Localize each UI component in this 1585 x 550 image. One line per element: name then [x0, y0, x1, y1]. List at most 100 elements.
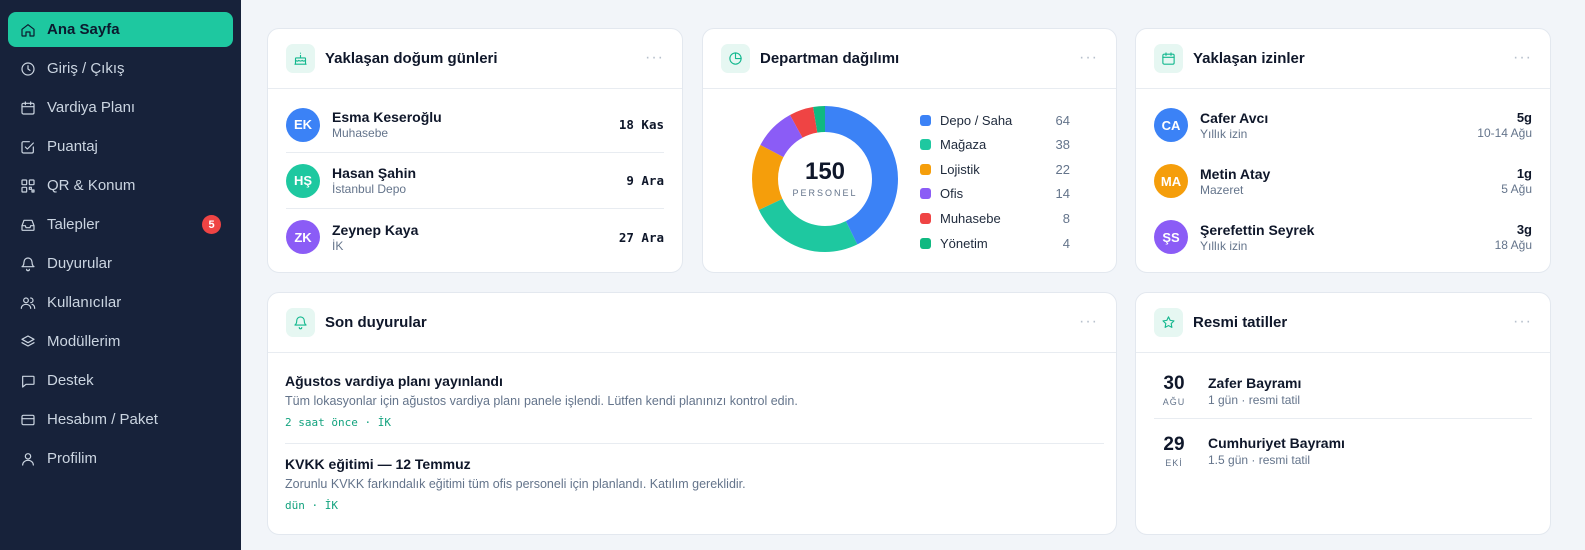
- sidebar-item-profile[interactable]: Profilim: [8, 441, 233, 476]
- holiday-item[interactable]: 29 EKİ Cumhuriyet Bayramı 1.5 gün · resmi …: [1154, 423, 1532, 479]
- avatar: ZK: [286, 220, 320, 254]
- official-holidays-card: Resmi tatiller ··· 30 AĞU Zafer Bayramı 1 …: [1135, 292, 1551, 535]
- sidebar: Ana Sayfa Giriş / Çıkış Vardiya Planı Pu…: [0, 0, 241, 550]
- card-title: Yaklaşan izinler: [1193, 50, 1305, 67]
- card-header: Departman dağılımı ···: [703, 29, 1116, 89]
- checklist-icon: [19, 138, 37, 156]
- avatar: CA: [1154, 108, 1188, 142]
- legend-value: 14: [1055, 186, 1070, 202]
- legend-item: Yönetim 4: [920, 234, 1070, 252]
- announcement-title: KVKK eğitimi — 12 Temmuz: [285, 456, 471, 472]
- person-name: Şerefettin Seyrek: [1200, 221, 1315, 238]
- sidebar-item-account[interactable]: Hesabım / Paket: [8, 402, 233, 437]
- sidebar-item-label: Ana Sayfa: [47, 21, 120, 38]
- sidebar-item-users[interactable]: Kullanıcılar: [8, 285, 233, 320]
- legend-item: Muhasebe 8: [920, 209, 1070, 227]
- legend-swatch: [920, 139, 931, 151]
- legend-item: Mağaza 38: [920, 136, 1070, 154]
- user-icon: [19, 450, 37, 468]
- card-header: Yaklaşan doğum günleri ···: [268, 29, 682, 89]
- birthday-date: 27 Ara: [618, 229, 664, 245]
- birthday-date: 18 Kas: [618, 117, 664, 132]
- sidebar-item-support[interactable]: Destek: [8, 363, 233, 398]
- list-item[interactable]: HŞ Hasan Şahin İstanbul Depo 9 Ara: [286, 153, 664, 209]
- donut-total-label: PERSONEL: [792, 188, 857, 198]
- list-item[interactable]: CA Cafer Avcı Yıllık izin 5g 10-14 Ağu: [1154, 97, 1532, 153]
- sidebar-item-requests[interactable]: Talepler 5: [8, 207, 233, 242]
- sidebar-item-label: Puantaj: [47, 138, 98, 155]
- leave-days: 1g: [1516, 166, 1532, 181]
- sidebar-item-label: Vardiya Planı: [47, 99, 136, 116]
- sidebar-item-label: Modüllerim: [47, 333, 121, 350]
- requests-count-badge: 5: [202, 215, 221, 234]
- holiday-item[interactable]: 30 AĞU Zafer Bayramı 1 gün · resmi tatil: [1154, 363, 1532, 419]
- card-header: Son duyurular ···: [268, 293, 1116, 353]
- chat-icon: [19, 372, 37, 390]
- star-icon: [1154, 308, 1183, 337]
- legend-label: Lojistik: [940, 161, 980, 177]
- holiday-month: EKİ: [1165, 457, 1183, 468]
- more-options-icon[interactable]: ···: [1513, 313, 1532, 331]
- person-department: Muhasebe: [332, 126, 389, 140]
- leave-range: 5 Ağu: [1501, 182, 1532, 196]
- sidebar-item-label: Kullanıcılar: [47, 294, 122, 311]
- sidebar-item-label: QR & Konum: [47, 177, 136, 194]
- announcement-item[interactable]: KVKK eğitimi — 12 Temmuz Zorunlu KVKK fa…: [285, 456, 1104, 512]
- card-title: Yaklaşan doğum günleri: [325, 50, 498, 67]
- leave-range: 10-14 Ağu: [1477, 126, 1532, 140]
- announcement-title: Ağustos vardiya planı yayınlandı: [285, 373, 503, 389]
- legend-swatch: [920, 114, 931, 126]
- pie-chart-icon: [721, 44, 750, 73]
- calendar-icon: [19, 99, 37, 117]
- person-department: İstanbul Depo: [332, 182, 407, 196]
- sidebar-item-timesheet[interactable]: Puantaj: [8, 129, 233, 164]
- card-header: Yaklaşan izinler ···: [1136, 29, 1550, 89]
- sidebar-item-label: Duyurular: [47, 255, 113, 272]
- person-name: Zeynep Kaya: [332, 221, 419, 238]
- list-item[interactable]: ŞS Şerefettin Seyrek Yıllık izin 3g 18 Ağu: [1154, 209, 1532, 265]
- department-distribution-card: Departman dağılımı ··· 150 PERSONEL Depo…: [702, 28, 1117, 273]
- announcement-description: Zorunlu KVKK farkındalık eğitimi tüm ofi…: [285, 477, 746, 491]
- holiday-month: AĞU: [1162, 397, 1186, 407]
- sidebar-item-label: Profilim: [47, 450, 98, 467]
- announcement-item[interactable]: Ağustos vardiya planı yayınlandı Tüm lok…: [285, 373, 1104, 444]
- legend-value: 38: [1055, 137, 1070, 153]
- sidebar-item-home[interactable]: Ana Sayfa: [8, 12, 233, 47]
- sidebar-item-label: Hesabım / Paket: [47, 411, 158, 428]
- person-name: Cafer Avcı: [1200, 109, 1269, 126]
- legend-value: 4: [1062, 235, 1070, 251]
- bell-icon: [286, 308, 315, 337]
- more-options-icon[interactable]: ···: [645, 49, 664, 67]
- holiday-duration: 1.5 gün · resmi tatil: [1208, 453, 1311, 467]
- legend-label: Mağaza: [940, 137, 987, 153]
- credit-card-icon: [19, 411, 37, 429]
- announcement-meta: dün · İK: [285, 499, 338, 512]
- more-options-icon[interactable]: ···: [1513, 49, 1532, 67]
- announcement-description: Tüm lokasyonlar için ağustos vardiya pla…: [285, 394, 798, 408]
- leave-type: Mazeret: [1200, 182, 1244, 197]
- users-icon: [19, 294, 37, 312]
- more-options-icon[interactable]: ···: [1079, 49, 1098, 67]
- holiday-day: 30: [1163, 373, 1185, 394]
- sidebar-item-checkin[interactable]: Giriş / Çıkış: [8, 51, 233, 86]
- list-item[interactable]: EK Esma Keseroğlu Muhasebe 18 Kas: [286, 97, 664, 153]
- legend-swatch: [920, 188, 931, 200]
- sidebar-item-label: Destek: [47, 372, 94, 389]
- sidebar-item-modules[interactable]: Modüllerim: [8, 324, 233, 359]
- legend-value: 22: [1055, 161, 1070, 177]
- sidebar-item-label: Giriş / Çıkış: [47, 60, 125, 77]
- inbox-icon: [19, 216, 37, 234]
- person-department: İK: [332, 238, 344, 253]
- holiday-day: 29: [1163, 433, 1185, 455]
- leave-range: 18 Ağu: [1494, 238, 1532, 252]
- more-options-icon[interactable]: ···: [1079, 313, 1098, 331]
- sidebar-item-qr-location[interactable]: QR & Konum: [8, 168, 233, 203]
- sidebar-item-shift-plan[interactable]: Vardiya Planı: [8, 90, 233, 125]
- card-title: Resmi tatiller: [1193, 314, 1288, 331]
- list-item[interactable]: MA Metin Atay Mazeret 1g 5 Ağu: [1154, 153, 1532, 209]
- sidebar-item-announcements[interactable]: Duyurular: [8, 246, 233, 281]
- list-item[interactable]: ZK Zeynep Kaya İK 27 Ara: [286, 209, 664, 265]
- sidebar-item-label: Talepler: [47, 216, 100, 233]
- legend-swatch: [920, 237, 931, 249]
- legend-label: Muhasebe: [940, 210, 1001, 226]
